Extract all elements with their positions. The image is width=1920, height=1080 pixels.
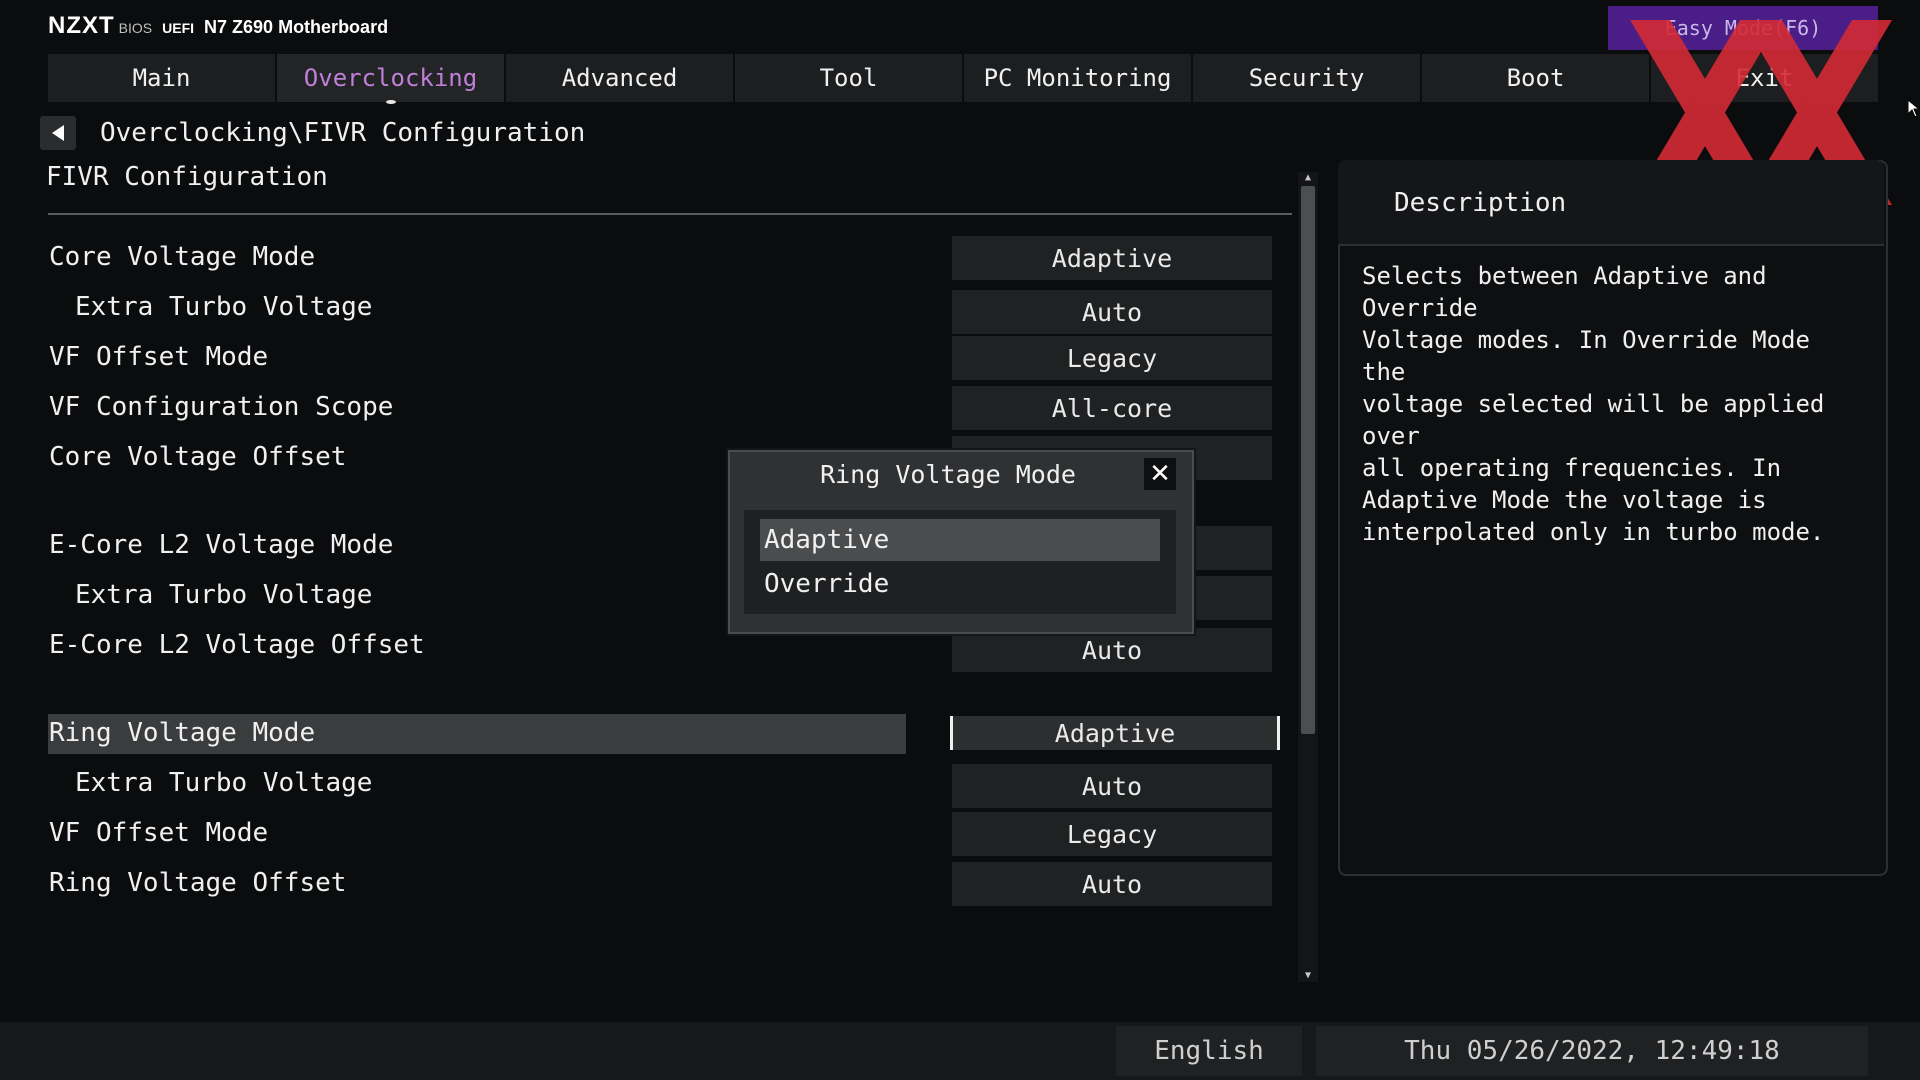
tab-security[interactable]: Security [1193, 54, 1422, 102]
setting-value-box[interactable]: Auto [952, 628, 1272, 672]
scroll-down-icon[interactable]: ▼ [1298, 968, 1318, 982]
uefi-label: UEFI [162, 20, 195, 36]
language-selector[interactable]: English [1116, 1026, 1302, 1076]
section-title: FIVR Configuration [46, 162, 328, 192]
back-arrow-icon [52, 125, 64, 141]
setting-label[interactable]: Ring Voltage Offset [49, 868, 346, 898]
bios-label: BIOS [118, 20, 153, 36]
setting-label[interactable]: Extra Turbo Voltage [75, 292, 372, 322]
setting-label[interactable]: VF Offset Mode [49, 342, 268, 372]
popup-title: Ring Voltage Mode [820, 460, 1076, 489]
scroll-up-icon[interactable]: ▲ [1298, 170, 1318, 184]
setting-value-box[interactable]: Auto [952, 764, 1272, 808]
mouse-cursor-icon [1908, 100, 1920, 118]
main-tabs: Main Overclocking Advanced Tool PC Monit… [48, 54, 1880, 102]
scrollbar-thumb[interactable] [1301, 186, 1315, 734]
setting-label[interactable]: Extra Turbo Voltage [75, 580, 372, 610]
setting-value-box[interactable]: All-core [952, 386, 1272, 430]
motherboard-model: N7 Z690 Motherboard [204, 17, 389, 37]
brand-logo: NZXT [48, 12, 115, 39]
setting-label[interactable]: E-Core L2 Voltage Offset [49, 630, 425, 660]
setting-label-selected[interactable]: Ring Voltage Mode [49, 718, 315, 748]
setting-value-box[interactable]: Legacy [952, 336, 1272, 380]
close-icon[interactable]: ✕ [1144, 458, 1176, 490]
tab-boot[interactable]: Boot [1422, 54, 1651, 102]
tab-main[interactable]: Main [48, 54, 277, 102]
setting-label[interactable]: Extra Turbo Voltage [75, 768, 372, 798]
setting-label[interactable]: Core Voltage Offset [49, 442, 346, 472]
tab-pc-monitoring[interactable]: PC Monitoring [964, 54, 1193, 102]
description-text: Selects between Adaptive and Override Vo… [1362, 262, 1825, 546]
setting-value-box[interactable]: Legacy [952, 812, 1272, 856]
back-button[interactable] [40, 116, 76, 150]
setting-value-box[interactable]: Adaptive [952, 236, 1272, 280]
section-divider [48, 213, 1292, 215]
popup-option-adaptive[interactable]: Adaptive [760, 519, 1160, 561]
tab-advanced[interactable]: Advanced [506, 54, 735, 102]
setting-value-box-selected[interactable]: Adaptive [950, 716, 1280, 750]
setting-value-box[interactable]: Auto [952, 862, 1272, 906]
breadcrumb: Overclocking\FIVR Configuration [100, 118, 586, 148]
setting-label[interactable]: E-Core L2 Voltage Mode [49, 530, 393, 560]
description-title: Description [1394, 188, 1567, 218]
popup-option-override[interactable]: Override [760, 563, 1164, 605]
brand-header: NZXT BIOS UEFI N7 Z690 Motherboard [48, 12, 388, 40]
tab-tool[interactable]: Tool [735, 54, 964, 102]
tab-overclocking[interactable]: Overclocking [277, 54, 506, 102]
setting-label[interactable]: VF Offset Mode [49, 818, 268, 848]
datetime-display[interactable]: Thu 05/26/2022, 12:49:18 [1316, 1026, 1868, 1076]
setting-label[interactable]: Core Voltage Mode [49, 242, 315, 272]
setting-label[interactable]: VF Configuration Scope [49, 392, 393, 422]
setting-value-box[interactable]: Auto [952, 290, 1272, 334]
